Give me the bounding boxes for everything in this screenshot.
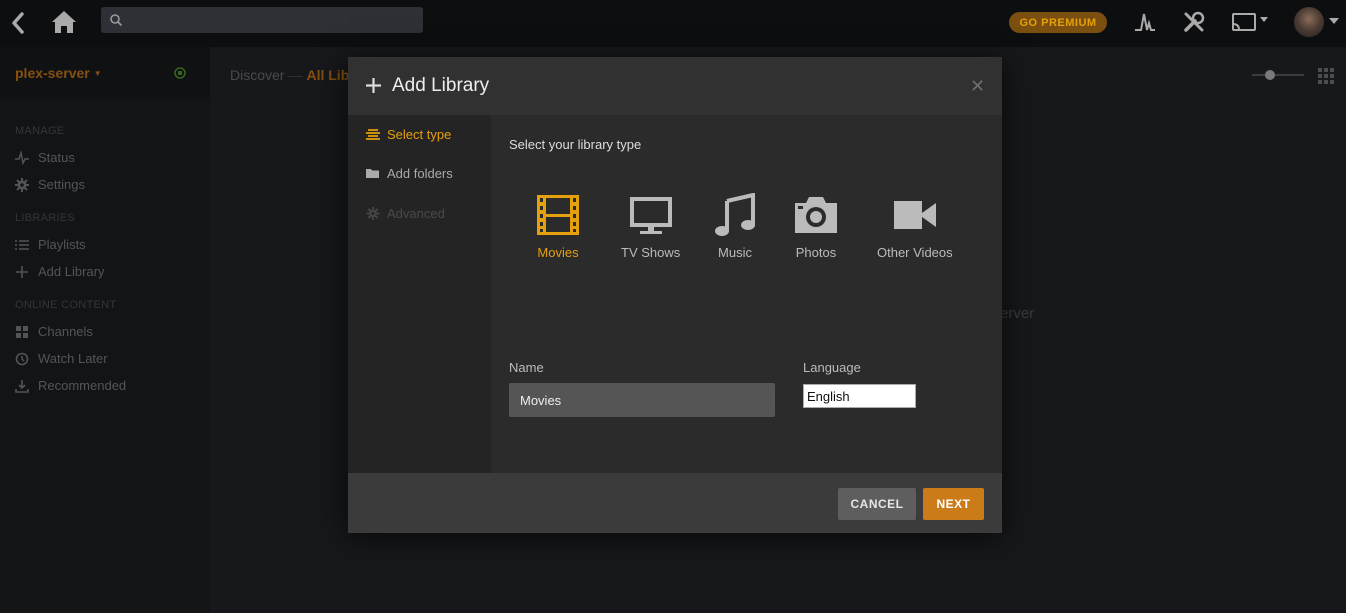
video-camera-icon xyxy=(893,201,936,229)
library-type-label: Photos xyxy=(795,245,837,260)
library-type-label: TV Shows xyxy=(621,245,681,260)
dialog-body: Select your library type Movies TV Shows xyxy=(491,115,1002,473)
film-icon xyxy=(537,195,579,235)
library-type-label: Music xyxy=(718,245,752,260)
activity-icon[interactable] xyxy=(1133,10,1157,34)
dialog-footer: CANCEL NEXT xyxy=(348,473,1002,533)
library-type-movies[interactable]: Movies xyxy=(536,193,580,260)
library-type-label: Movies xyxy=(537,245,579,260)
gear-icon xyxy=(366,207,380,220)
avatar[interactable] xyxy=(1294,7,1324,37)
settings-tools-icon[interactable] xyxy=(1182,10,1206,34)
cast-icon[interactable] xyxy=(1231,10,1269,34)
language-label: Language xyxy=(803,360,861,375)
chevron-down-icon[interactable] xyxy=(1328,17,1340,25)
step-label: Advanced xyxy=(387,206,445,221)
close-icon[interactable]: ✕ xyxy=(970,76,985,97)
library-type-label: Other Videos xyxy=(877,245,953,260)
library-type-tv-shows[interactable]: TV Shows xyxy=(621,193,680,260)
library-type-other-videos[interactable]: Other Videos xyxy=(877,193,953,260)
step-label: Select type xyxy=(387,127,452,142)
step-add-folders[interactable]: Add folders xyxy=(366,166,453,181)
next-button[interactable]: NEXT xyxy=(923,488,984,520)
home-icon[interactable] xyxy=(50,9,78,35)
search-icon xyxy=(110,14,123,27)
library-type-photos[interactable]: Photos xyxy=(794,193,838,260)
library-name-input[interactable] xyxy=(509,383,775,417)
library-type-music[interactable]: Music xyxy=(713,193,757,260)
music-note-icon xyxy=(715,193,755,236)
folder-icon xyxy=(366,169,379,178)
go-premium-button[interactable]: GO PREMIUM xyxy=(1009,12,1107,33)
step-select-type[interactable]: Select type xyxy=(366,127,451,142)
language-select[interactable]: English xyxy=(803,384,916,408)
dialog-header: Add Library ✕ xyxy=(348,57,1002,115)
dialog-steps: Select type Add folders Advanced xyxy=(348,115,491,473)
search-input[interactable] xyxy=(129,12,419,28)
list-icon xyxy=(366,129,380,140)
search-box[interactable] xyxy=(101,7,423,33)
top-bar: GO PREMIUM xyxy=(0,0,1346,47)
tv-icon xyxy=(629,197,672,234)
camera-icon xyxy=(795,197,837,233)
step-advanced: Advanced xyxy=(366,206,445,221)
back-icon[interactable] xyxy=(8,10,28,36)
plus-icon xyxy=(366,78,381,93)
add-library-dialog: Add Library ✕ Select type Add folders Ad… xyxy=(348,57,1002,533)
cancel-button[interactable]: CANCEL xyxy=(838,488,916,520)
name-label: Name xyxy=(509,360,544,375)
dialog-title: Add Library xyxy=(392,75,490,96)
library-type-prompt: Select your library type xyxy=(509,137,642,152)
step-label: Add folders xyxy=(387,166,453,181)
